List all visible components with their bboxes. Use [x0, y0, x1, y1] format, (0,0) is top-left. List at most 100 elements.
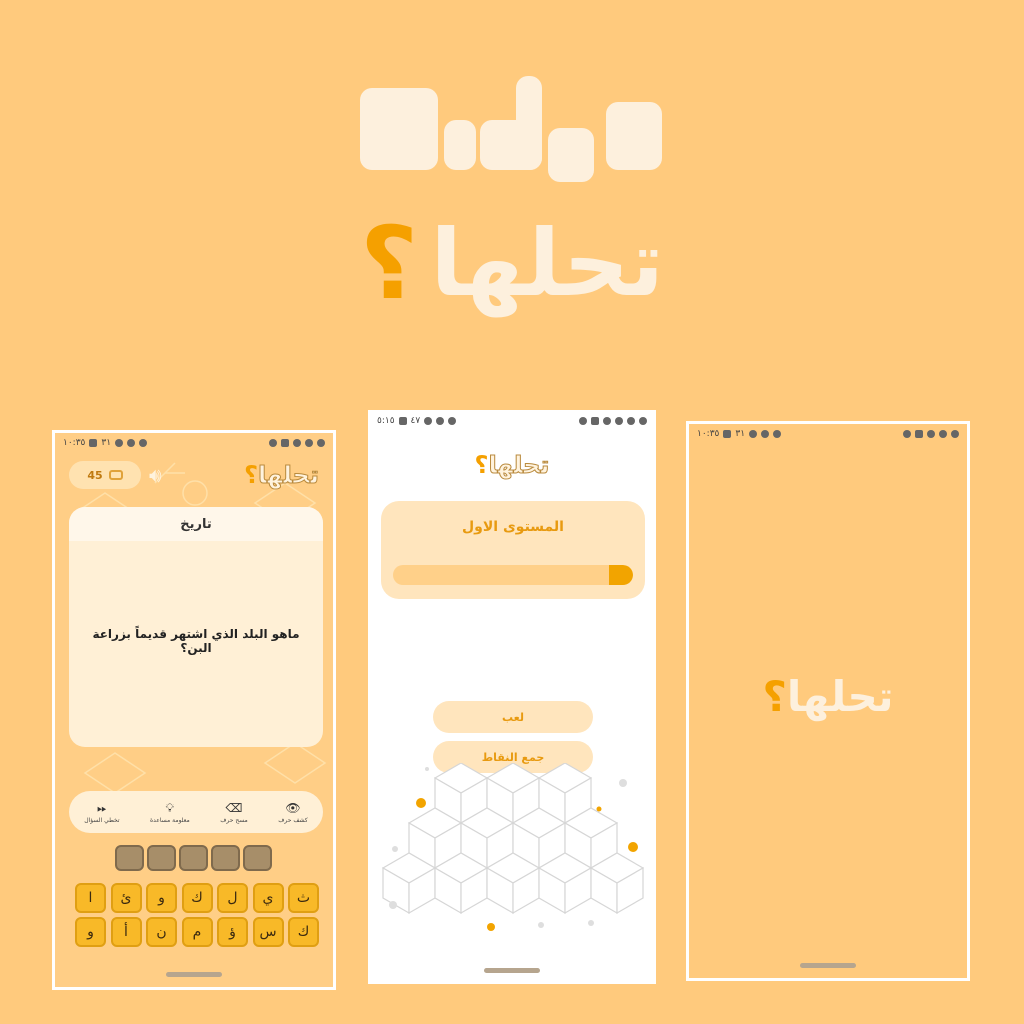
answer-slot[interactable] — [115, 845, 144, 871]
letter-key[interactable]: ؤ — [217, 917, 248, 947]
reveal-letter-button[interactable]: 👁︎ كشف حرف — [278, 801, 308, 824]
splash-logo-question-mark: ؟ — [762, 672, 787, 721]
answer-slot[interactable] — [147, 845, 176, 871]
lightbulb-icon: 💡︎ — [165, 800, 175, 815]
logo-tile — [606, 102, 662, 170]
notification-icon — [603, 417, 611, 425]
decor-dot — [628, 842, 638, 852]
decor-dot — [596, 806, 602, 812]
speaker-icon[interactable]: 🔊︎ — [149, 463, 162, 487]
answer-slot[interactable] — [211, 845, 240, 871]
splash-screen: ١٠:٣٥ ٣١ تحلها؟ — [686, 421, 970, 981]
decor-dot — [392, 846, 398, 852]
logo-tile — [360, 88, 438, 170]
wifi-icon — [127, 439, 136, 447]
decor-dot — [389, 901, 397, 909]
status-bar: ١٠:٣٥ ٣١ — [55, 433, 333, 453]
home-indicator[interactable] — [800, 963, 856, 968]
home-indicator[interactable] — [166, 972, 222, 977]
play-button[interactable]: لعب — [433, 701, 593, 733]
hero-logo-word: تحلها — [430, 210, 664, 317]
status-bar: ١٠:٣٥ ٣١ — [689, 424, 967, 444]
letter-key[interactable]: ك — [181, 883, 213, 913]
answer-slot[interactable] — [179, 845, 208, 871]
hero-logo-tiles — [360, 76, 664, 184]
notification-icon — [591, 417, 599, 425]
letter-key[interactable]: ئ — [110, 883, 142, 913]
app-logo-word: تحلها — [258, 461, 320, 490]
decor-dot — [425, 767, 429, 771]
app-logo: تحلها؟ — [369, 451, 655, 480]
signal-icon — [749, 430, 758, 438]
splash-logo: تحلها؟ — [689, 672, 967, 721]
status-battery: ٤٧ — [410, 416, 421, 426]
splash-logo-word: تحلها — [786, 672, 894, 721]
signal-icon — [424, 417, 433, 425]
logo-tile — [516, 76, 542, 170]
whatsapp-icon — [317, 439, 325, 447]
google-icon — [615, 417, 623, 425]
status-time: ١٠:٣٥ — [63, 438, 86, 448]
notification-icon — [939, 430, 947, 438]
notification-icon — [927, 430, 935, 438]
letter-key[interactable]: ل — [217, 883, 248, 913]
battery-icon — [723, 430, 732, 438]
decor-dot — [619, 779, 627, 787]
cubes-illustration — [381, 763, 645, 931]
letter-key[interactable]: و — [75, 917, 106, 947]
question-card: تاريخ ماهو البلد الذي اشتهر قديماً بزراع… — [69, 507, 323, 747]
keyboard-row: ك س ؤ م ن أ و — [75, 917, 319, 947]
letter-key[interactable]: و — [146, 883, 177, 913]
eye-icon: 👁︎ — [285, 800, 301, 815]
skip-question-button[interactable]: ⏩︎ تخطي السؤال — [84, 801, 119, 824]
helper-label: كشف حرف — [278, 816, 308, 824]
battery-icon — [398, 417, 407, 425]
level-card: المستوى الاول — [381, 501, 645, 599]
hint-button[interactable]: 💡︎ معلومة مساعدة — [150, 801, 190, 824]
status-battery: ٣١ — [735, 429, 746, 439]
notification-icon — [579, 417, 587, 425]
fast-forward-icon: ⏩︎ — [97, 800, 107, 815]
letter-key[interactable]: ا — [75, 883, 106, 913]
google-icon — [627, 417, 635, 425]
status-bar: ٥:١٥ ٤٧ — [369, 411, 655, 431]
letter-key[interactable]: م — [181, 917, 213, 947]
decor-dot — [487, 923, 495, 931]
decor-dot — [416, 798, 426, 808]
letter-key[interactable]: ك — [288, 917, 319, 947]
notification-icon — [293, 439, 301, 447]
question-category: تاريخ — [69, 507, 323, 541]
answer-slot[interactable] — [243, 845, 272, 871]
logo-tile — [548, 128, 594, 182]
letter-key[interactable]: س — [252, 917, 284, 947]
helper-label: تخطي السؤال — [84, 816, 120, 824]
letter-key[interactable]: ث — [288, 883, 319, 913]
home-indicator[interactable] — [484, 968, 540, 973]
decor-dot — [538, 922, 544, 928]
wifi-icon — [761, 430, 770, 438]
remove-letter-button[interactable]: ⌫ مسح حرف — [220, 801, 248, 824]
letter-key[interactable]: ي — [252, 883, 284, 913]
letter-key[interactable]: ن — [146, 917, 177, 947]
level-progress-fill — [609, 565, 633, 585]
keyboard-row: ث ي ل ك و ئ ا — [75, 883, 319, 913]
notification-icon — [903, 430, 911, 438]
helpers-bar: 👁︎ كشف حرف ⌫ مسح حرف 💡︎ معلومة مساعدة ⏩︎… — [69, 791, 323, 833]
notification-icon — [269, 439, 277, 447]
app-logo-word: تحلها — [488, 451, 550, 480]
status-battery: ٣١ — [101, 438, 112, 448]
question-screen: ١٠:٣٥ ٣١ 45 🔊︎ تحلها؟ تاريخ ماهو البلد ا… — [52, 430, 336, 990]
hero-logo-text: تحلها ؟ — [360, 212, 664, 316]
wifi-icon — [436, 417, 445, 425]
level-title: المستوى الاول — [462, 519, 564, 535]
app-logo-question-mark: ؟ — [244, 461, 259, 489]
notification-icon — [639, 417, 647, 425]
coins-icon — [108, 470, 123, 480]
coins-counter[interactable]: 45 — [69, 461, 141, 489]
answer-slots — [115, 845, 272, 871]
coins-value: 45 — [87, 468, 103, 482]
app-logo: تحلها؟ — [244, 461, 320, 490]
whatsapp-icon — [951, 430, 959, 438]
letter-key[interactable]: أ — [110, 917, 142, 947]
letter-keyboard: ث ي ل ك و ئ ا ك س ؤ م ن أ و — [75, 883, 319, 951]
